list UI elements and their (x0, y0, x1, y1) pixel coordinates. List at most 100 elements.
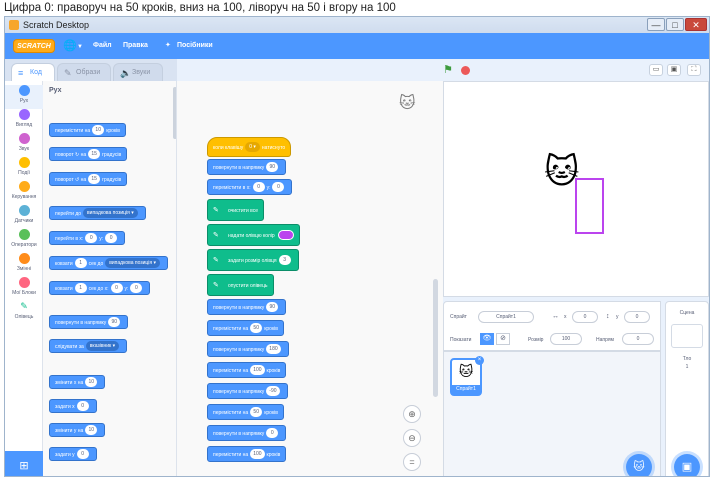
palette-block-change-y[interactable]: змінити у на 10 (49, 423, 106, 437)
block-input[interactable]: 10 (85, 376, 98, 387)
stop-icon[interactable] (461, 66, 470, 75)
category-my-blocks[interactable]: Мої Блоки (5, 277, 43, 301)
block-input[interactable]: 10 (92, 124, 105, 135)
script-move-steps[interactable]: перемістити на 100 кроків (207, 362, 287, 378)
size-input[interactable]: 100 (550, 333, 582, 345)
script-point-direction[interactable]: повернути в напрямку 0 (207, 425, 287, 441)
x-position-input[interactable]: 0 (572, 311, 598, 323)
block-dropdown[interactable]: випадкова позиція ▾ (105, 257, 160, 268)
script-hat-key-pressed[interactable]: коли клавішу 0 ▾ натиснуто (207, 137, 292, 157)
tab-costumes[interactable]: ✎ Образи (57, 63, 111, 81)
script-move-steps[interactable]: перемістити на 50 кроків (207, 320, 284, 336)
palette-block-turn-left[interactable]: поворот ↺ на 15 градусів (49, 172, 128, 186)
block-input[interactable]: 100 (250, 448, 265, 459)
sprite-name-input[interactable]: Спрайт1 (478, 311, 534, 323)
category-looks[interactable]: Вигляд (5, 109, 43, 133)
close-button[interactable]: ✕ (685, 18, 707, 31)
zoom-reset-button[interactable]: = (403, 453, 421, 471)
block-input[interactable]: 0 (110, 282, 123, 293)
minimize-button[interactable]: — (647, 18, 665, 31)
block-input[interactable]: 180 (266, 343, 281, 354)
block-input[interactable]: 90 (108, 316, 121, 327)
palette-block-set-y[interactable]: задати у0 (49, 447, 97, 461)
script-move-steps[interactable]: перемістити на 50 кроків (207, 404, 284, 420)
category-variables[interactable]: Змінні (5, 253, 43, 277)
y-position-input[interactable]: 0 (624, 311, 650, 323)
hide-sprite-toggle[interactable]: ⊘ (496, 333, 510, 345)
block-dropdown[interactable]: вказівник ▾ (85, 340, 120, 351)
category-operators[interactable]: Оператори (5, 229, 43, 253)
block-input[interactable]: 0 (76, 448, 89, 459)
palette-block-goto[interactable]: перейти до випадкова позиція ▾ (49, 206, 146, 220)
sprite-thumbnail[interactable]: 🐱 Спрайт1 × (450, 356, 484, 396)
script-pen-down[interactable]: ✎ опустити олівець (207, 274, 274, 296)
palette-block-point-towards[interactable]: слідувати за вказівник ▾ (49, 339, 128, 353)
block-input[interactable]: 1 (74, 257, 87, 268)
category-sensing[interactable]: Датчики (5, 205, 43, 229)
category-motion[interactable]: Рух (5, 85, 43, 109)
block-input[interactable]: 0 (252, 181, 265, 192)
menu-edit[interactable]: Правка (123, 33, 148, 59)
script-move-steps[interactable]: перемістити на 100 кроків (207, 446, 287, 462)
script-point-direction[interactable]: повернути в напрямку 90 (207, 159, 287, 175)
stage-canvas[interactable]: 🐱 (443, 81, 709, 297)
tab-sounds[interactable]: 🔈 Звуки (113, 63, 163, 81)
chevron-down-icon[interactable]: ▼ (77, 39, 83, 55)
script-pen-set-color[interactable]: ✎ надати олівцю колір (207, 224, 300, 246)
block-input[interactable]: -90 (266, 385, 280, 396)
category-control[interactable]: Керування (5, 181, 43, 205)
block-input[interactable]: 0 (85, 232, 98, 243)
menu-file[interactable]: Файл (93, 33, 112, 59)
zoom-in-button[interactable]: ⊕ (403, 405, 421, 423)
block-input[interactable]: 0 (272, 181, 285, 192)
palette-block-goto-xy[interactable]: перейти в x: 0 y: 0 (49, 231, 126, 245)
fullscreen-button[interactable]: ⛶ (687, 64, 701, 76)
add-backdrop-button[interactable]: ▣ (674, 454, 700, 476)
stage-selector-panel[interactable]: Сцена Тло 1 ▣ (665, 301, 709, 476)
category-sound[interactable]: Звук (5, 133, 43, 157)
block-input[interactable]: 15 (88, 148, 101, 159)
block-dropdown[interactable]: випадкова позиція ▾ (83, 207, 138, 218)
block-input[interactable]: 0 (105, 232, 118, 243)
zoom-out-button[interactable]: ⊖ (403, 429, 421, 447)
palette-block-move[interactable]: перемістити на 10 кроків (49, 123, 126, 137)
block-input[interactable]: 90 (266, 301, 279, 312)
script-point-direction[interactable]: повернути в напрямку 90 (207, 299, 287, 315)
block-input[interactable]: 0 (266, 427, 279, 438)
menu-tutorials[interactable]: Посібники (177, 33, 213, 59)
color-picker-input[interactable] (277, 229, 294, 240)
direction-input[interactable]: 0 (622, 333, 654, 345)
palette-block-glide-xy[interactable]: ковзати 1 сек до x: 0 y: 0 (49, 281, 151, 295)
block-input[interactable]: 0 (76, 400, 89, 411)
language-icon[interactable]: 🌐 (63, 38, 77, 54)
small-stage-button[interactable]: ▭ (649, 64, 663, 76)
script-point-direction[interactable]: повернути в напрямку 180 (207, 341, 289, 357)
script-goto-xy[interactable]: перемістити в х: 0 у: 0 (207, 179, 293, 195)
cat-sprite-icon[interactable]: 🐱 (544, 152, 579, 192)
palette-block-change-x[interactable]: змінити х на 10 (49, 375, 106, 389)
block-input[interactable]: 1 (74, 282, 87, 293)
block-input[interactable]: 100 (250, 364, 265, 375)
palette-block-turn-right[interactable]: поворот ↻ на 15 градусів (49, 147, 128, 161)
script-pen-set-size[interactable]: ✎ задати розмір олівця 3 (207, 249, 299, 271)
tab-code[interactable]: ≡ Код (11, 63, 55, 81)
delete-sprite-icon[interactable]: × (475, 356, 484, 365)
block-input[interactable]: 0 (130, 282, 143, 293)
category-pen[interactable]: ✎ Олівець (5, 301, 43, 325)
scratch-logo[interactable]: SCRATCH (13, 39, 55, 53)
category-events[interactable]: Події (5, 157, 43, 181)
block-input[interactable]: 3 (278, 254, 291, 265)
palette-block-point-direction[interactable]: повернути в напрямку 90 (49, 315, 129, 329)
block-input[interactable]: 50 (250, 322, 263, 333)
green-flag-icon[interactable]: ⚑ (443, 65, 453, 76)
add-sprite-button[interactable]: 🐱 (626, 454, 652, 476)
script-point-direction[interactable]: повернути в напрямку -90 (207, 383, 288, 399)
tutorials-icon[interactable]: ✦ (165, 33, 171, 59)
palette-block-set-x[interactable]: задати х0 (49, 399, 97, 413)
workspace-vertical-scrollbar[interactable] (433, 279, 438, 397)
add-extension-button[interactable]: ⊞ (5, 451, 43, 476)
show-sprite-toggle[interactable]: 👁 (480, 333, 494, 345)
block-input[interactable]: 10 (85, 424, 98, 435)
stage-thumbnail[interactable] (671, 324, 703, 348)
block-input[interactable]: 15 (88, 173, 101, 184)
